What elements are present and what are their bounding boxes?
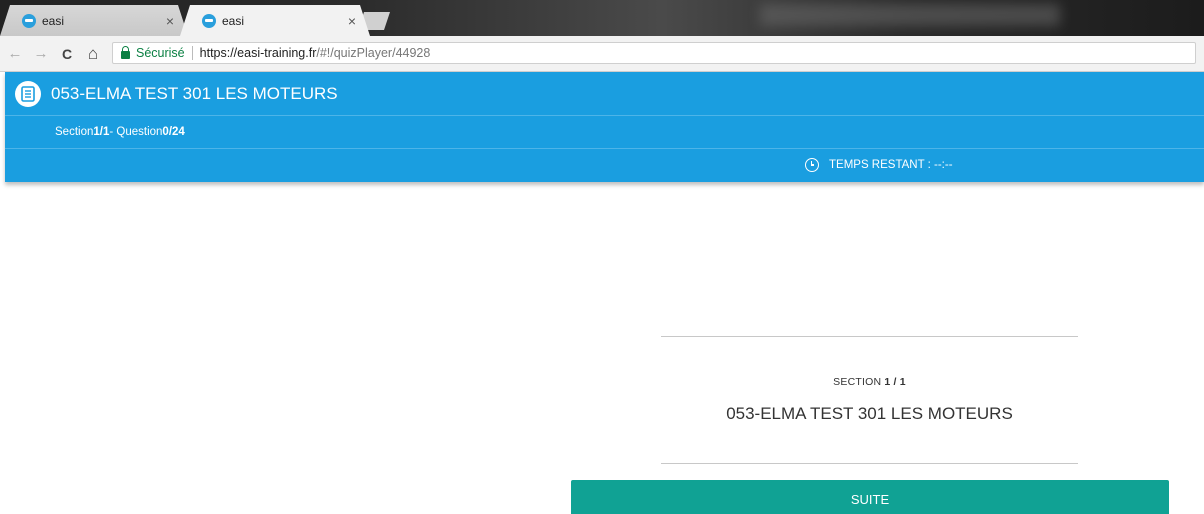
back-arrow-icon[interactable]: ←	[4, 45, 26, 62]
section-indicator-prefix: SECTION	[833, 376, 885, 388]
reload-icon[interactable]: C	[56, 46, 78, 62]
browser-tab-1[interactable]: easi ×	[0, 5, 188, 36]
url-path: /#!/quizPlayer/44928	[316, 46, 431, 60]
secure-label: Sécurisé	[136, 46, 185, 60]
section-title: 053-ELMA TEST 301 LES MOTEURS	[726, 404, 1013, 423]
quiz-header: 053-ELMA TEST 301 LES MOTEURS Section 1/…	[5, 72, 1204, 182]
omnibox-divider	[191, 46, 193, 60]
browser-toolbar: ← → C ⌂ Sécurisé https://easi-training.f…	[0, 36, 1204, 72]
divider-bottom	[661, 463, 1078, 464]
clock-icon	[805, 158, 819, 172]
tab-title: easi	[222, 13, 245, 28]
question-progress-prefix: - Question	[109, 126, 163, 138]
section-indicator-value: 1 / 1	[884, 376, 906, 388]
favicon-icon	[202, 13, 216, 28]
close-icon[interactable]: ×	[162, 13, 178, 29]
url-host: https://easi-training.fr	[199, 46, 317, 60]
divider-top	[661, 336, 1078, 337]
lock-icon	[121, 45, 130, 59]
document-icon	[15, 80, 41, 107]
home-icon[interactable]: ⌂	[82, 44, 104, 64]
timer: TEMPS RESTANT : --:--	[805, 158, 953, 172]
browser-tabstrip: easi × easi ×	[0, 0, 1204, 36]
section-progress-value: 1/1	[93, 126, 110, 138]
tabstrip-background	[760, 4, 1060, 26]
favicon-icon	[22, 13, 36, 28]
section-indicator: SECTION 1 / 1	[661, 376, 1078, 388]
next-button[interactable]: SUITE	[571, 480, 1169, 514]
progress-bar-text: Section 1/1 - Question 0/24	[5, 116, 1204, 149]
browser-tab-2[interactable]: easi ×	[180, 5, 370, 36]
header-title-bar: 053-ELMA TEST 301 LES MOTEURS	[5, 72, 1204, 116]
page-title: 053-ELMA TEST 301 LES MOTEURS	[51, 83, 338, 103]
tab-title: easi	[42, 13, 65, 28]
address-bar[interactable]: Sécurisé https://easi-training.fr/#!/qui…	[112, 42, 1196, 64]
timer-bar: TEMPS RESTANT : --:--	[5, 149, 1204, 182]
timer-label: TEMPS RESTANT : --:--	[829, 159, 953, 171]
forward-arrow-icon[interactable]: →	[30, 45, 52, 62]
close-icon[interactable]: ×	[344, 13, 360, 29]
question-progress-value: 0/24	[162, 126, 185, 138]
section-progress-prefix: Section	[55, 126, 94, 138]
